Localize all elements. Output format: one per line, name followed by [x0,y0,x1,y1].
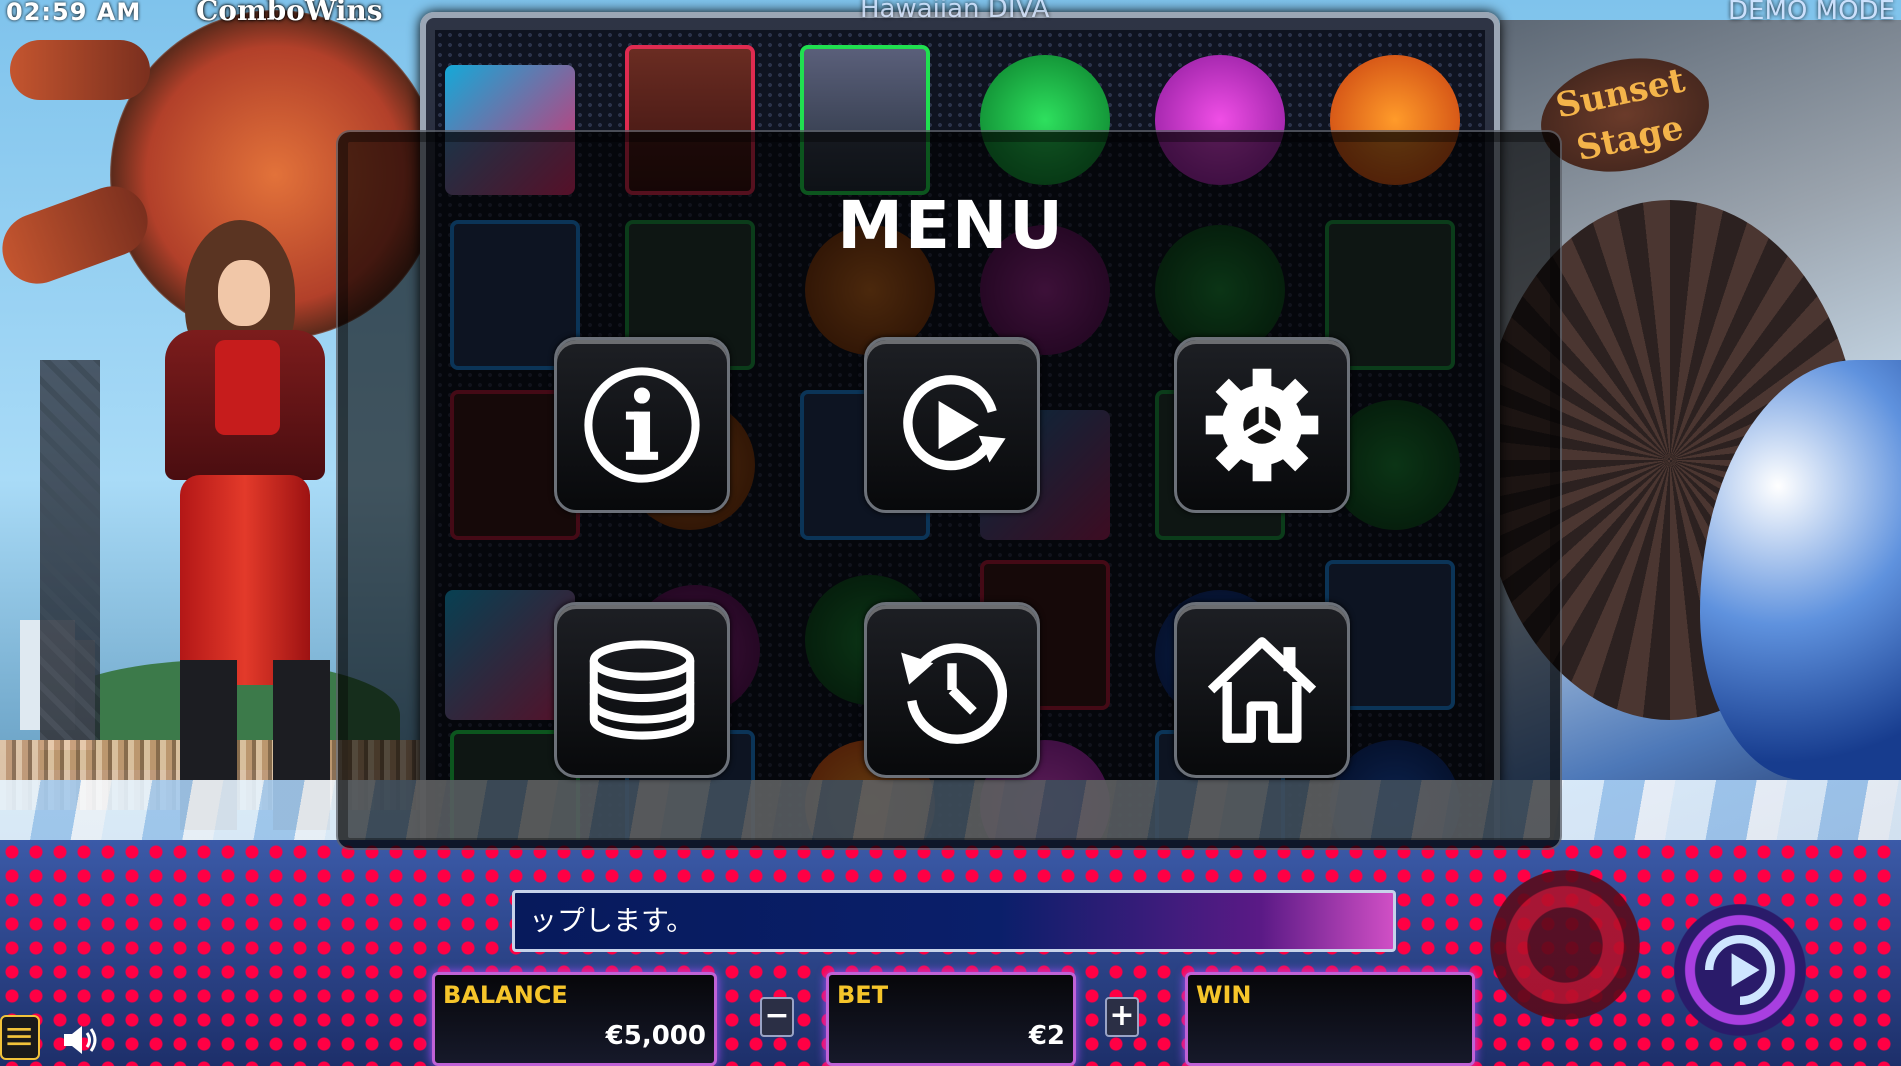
settings-button[interactable] [1174,337,1350,513]
light-tower [40,360,100,740]
sun-ray [0,176,158,294]
singer-character [140,220,360,830]
message-ticker: ップします。 [512,890,1396,952]
bet-label: BET [837,981,889,1009]
hamburger-menu-button[interactable] [0,1015,40,1060]
menu-title: MENU [837,187,1065,264]
top-bar: 02:59 AM ComboWins Hawaiian DIVA DEMO MO… [0,0,1901,28]
info-button[interactable] [554,337,730,513]
sound-toggle-button[interactable] [58,1018,102,1062]
autoplay-button[interactable] [864,337,1040,513]
demo-mode-label: DEMO MODE [1728,0,1895,26]
win-panel: WIN [1185,972,1475,1066]
spin-button[interactable] [1490,870,1640,1020]
home-icon [1207,637,1317,743]
bet-increase-button[interactable]: + [1105,997,1139,1037]
history-icon [901,643,1007,744]
gear-icon [1205,368,1319,482]
bet-panel: BET €2 [826,972,1076,1066]
autoplay-icon [903,375,1006,471]
game-stage: Sunset Stage ップします。 BALANCE €5,000 − BET… [0,0,1901,1066]
balance-label: BALANCE [443,981,568,1009]
autoplay-spin-button[interactable] [1670,900,1810,1040]
speaker-icon [64,1026,97,1054]
singer-pants [180,475,310,685]
sun-ray [10,40,150,100]
bet-decrease-button[interactable]: − [760,997,794,1037]
win-label: WIN [1196,981,1252,1009]
bet-value: €2 [1028,1021,1065,1051]
singer-face [218,260,270,326]
balance-value: €5,000 [605,1021,706,1051]
combowins-logo: ComboWins [196,0,383,27]
game-title: Hawaiian DIVA [860,0,1050,24]
clock: 02:59 AM [6,0,142,26]
menu-overlay: MENU [336,130,1562,850]
home-button[interactable] [1174,602,1350,778]
coins-icon [589,640,695,740]
history-button[interactable] [864,602,1040,778]
info-icon [584,367,700,483]
singer-top [215,340,280,435]
balance-panel: BALANCE €5,000 [432,972,717,1066]
hamburger-icon [7,1028,31,1046]
bet-settings-button[interactable] [554,602,730,778]
autoplay-icon [1705,935,1775,1005]
